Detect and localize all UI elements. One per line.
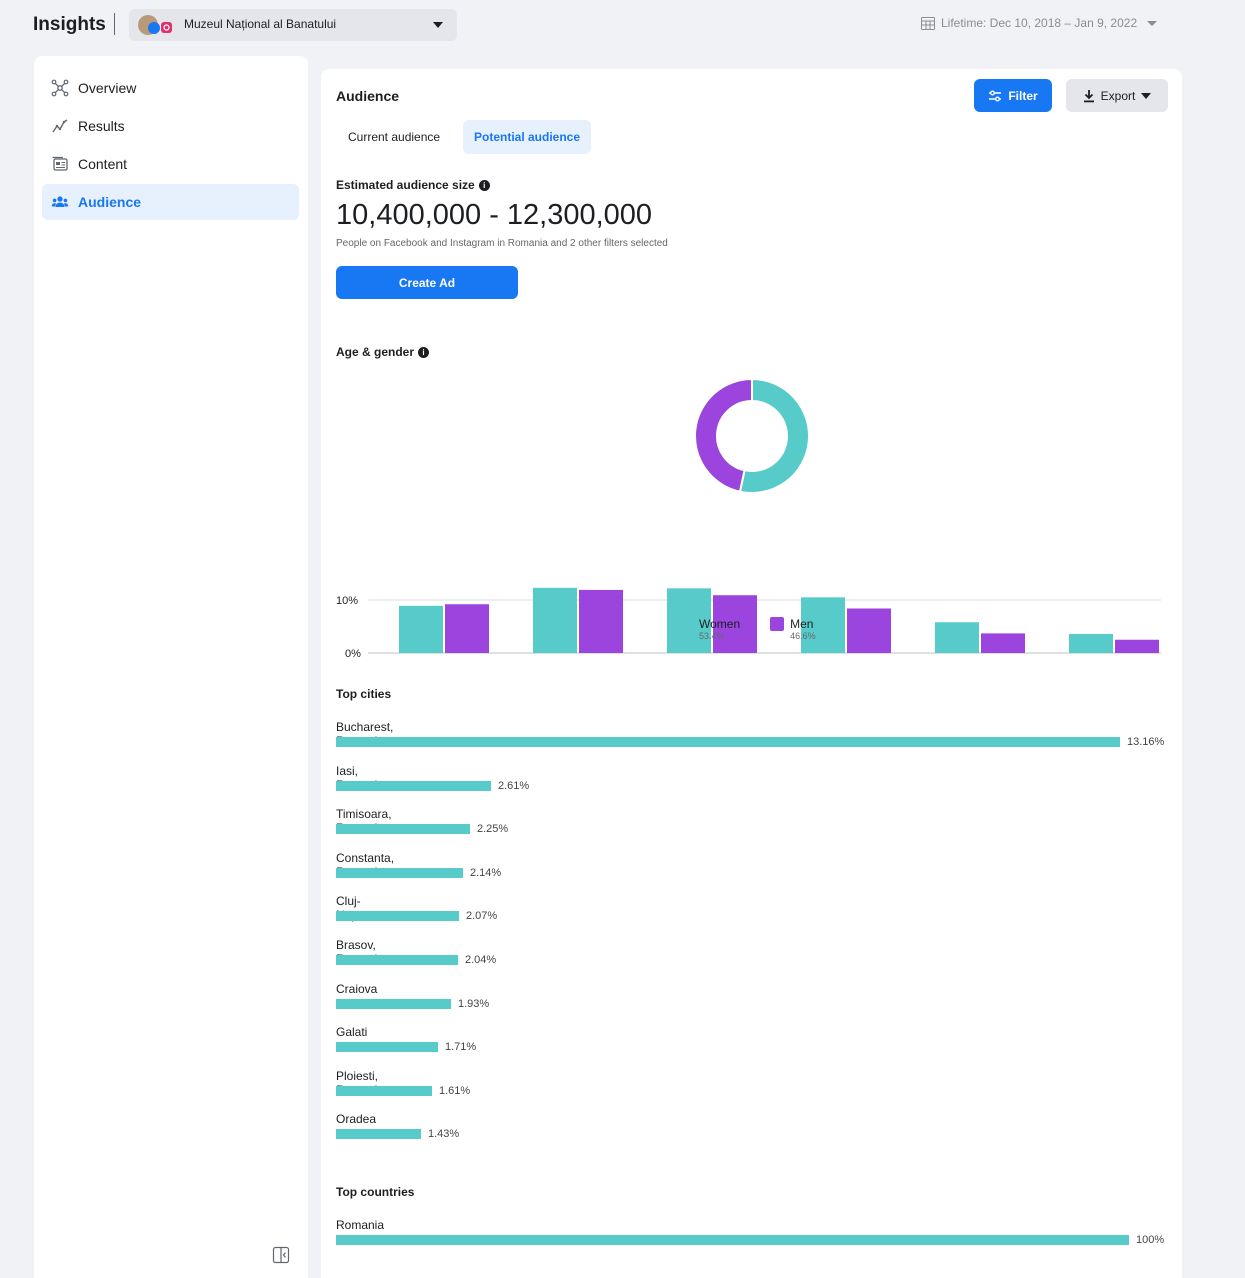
legend-swatch-women: [679, 617, 693, 631]
top-cities-heading: Top cities: [336, 687, 392, 701]
legend-women: Women 53.4%: [679, 617, 740, 641]
bar-row-value: 1.71%: [445, 1041, 477, 1054]
top-countries-heading: Top countries: [336, 1185, 415, 1199]
top-bar: Insights Muzeul Național al Banatului Li…: [0, 0, 1245, 50]
bar-men-25-34: [579, 589, 623, 653]
bar-row-fill: [336, 1129, 421, 1140]
bar-row-value: 2.14%: [470, 866, 502, 879]
filter-button[interactable]: Filter: [974, 79, 1052, 112]
sidebar-item-label: Content: [78, 156, 128, 172]
tab-potential-audience[interactable]: Potential audience: [463, 120, 592, 154]
date-range-picker[interactable]: Lifetime: Dec 10, 2018 – Jan 9, 2022: [921, 16, 1158, 30]
legend-men: Men 46.6%: [770, 617, 816, 641]
bar-row-value: 13.16%: [1127, 736, 1165, 748]
audience-icon: [50, 192, 70, 212]
header-divider: [114, 13, 115, 35]
age-gender-chart: 10%0%18-2425-3435-4445-5455-6465+: [336, 377, 1161, 659]
export-label: Export: [1100, 88, 1136, 103]
filter-label: Filter: [1008, 88, 1038, 103]
bar-row-fill: [336, 1085, 432, 1096]
gender-legend: Women 53.4% Men 46.6%: [679, 617, 816, 641]
chevron-down-icon: [1147, 20, 1158, 26]
sidebar-item-label: Audience: [78, 194, 142, 210]
legend-label: Men: [790, 617, 814, 631]
bar-men-18-24: [445, 604, 489, 653]
download-icon: [1083, 89, 1094, 102]
bar-row-value: 2.04%: [465, 954, 497, 966]
date-range-label: Lifetime: Dec 10, 2018 – Jan 9, 2022: [941, 16, 1138, 30]
bar-women-18-24: [399, 605, 443, 653]
collapse-sidebar-icon[interactable]: [272, 1246, 290, 1264]
panel-title: Audience: [336, 88, 400, 104]
bar-women-65+: [1069, 633, 1113, 653]
age-gender-heading: Age & gender i: [336, 345, 430, 359]
bar-row-fill: [336, 867, 463, 878]
bar-row-value: 100%: [1136, 1234, 1165, 1246]
bar-row-value: 2.61%: [498, 779, 530, 792]
create-ad-button[interactable]: Create Ad: [336, 266, 518, 299]
page-avatar-icon: [138, 15, 172, 35]
results-icon: [50, 116, 70, 136]
sidebar-item-overview[interactable]: Overview: [42, 70, 299, 106]
overview-icon: [50, 78, 70, 98]
bar-women-55-64: [935, 622, 979, 653]
estimated-size-label: Estimated audience size: [336, 178, 475, 192]
bar-row-fill: [336, 955, 458, 965]
bar-men-65+: [1115, 639, 1159, 653]
sidebar-item-content[interactable]: Content: [42, 146, 299, 182]
donut-slice-men: [694, 377, 753, 493]
legend-swatch-men: [770, 617, 785, 631]
bar-row-value: 2.07%: [466, 910, 498, 923]
bar-men-55-64: [981, 633, 1025, 653]
sidebar: Overview Results Content Audience: [34, 56, 308, 1278]
sidebar-item-audience[interactable]: Audience: [42, 184, 299, 220]
legend-percent: 53.4%: [699, 631, 725, 641]
bar-row-value: 2.25%: [477, 823, 509, 836]
audience-panel: Audience Filter Export Current audience …: [321, 69, 1182, 1278]
bar-row-fill: [336, 737, 1120, 747]
chevron-down-icon: [1141, 92, 1152, 99]
bar-row-value: 1.43%: [428, 1128, 460, 1141]
y-tick-label: 10%: [336, 595, 358, 607]
info-icon[interactable]: i: [478, 179, 490, 191]
calendar-icon: [921, 16, 935, 30]
brand-title: Insights: [33, 14, 106, 35]
tab-current-audience[interactable]: Current audience: [337, 120, 451, 154]
info-icon[interactable]: i: [418, 346, 430, 358]
age-gender-label: Age & gender: [336, 345, 415, 359]
bar-row-fill: [336, 911, 459, 922]
bar-row-fill: [336, 1235, 1129, 1245]
estimated-audience-size: 10,400,000 - 12,300,000: [336, 199, 653, 231]
bar-row-label: Romania: [336, 1218, 385, 1232]
bar-row-value: 1.93%: [458, 997, 490, 1010]
audience-filter-note: People on Facebook and Instagram in Roma…: [336, 238, 668, 249]
bar-row-value: 1.61%: [439, 1084, 471, 1097]
sidebar-item-results[interactable]: Results: [42, 108, 299, 144]
page-name: Muzeul Național al Banatului: [184, 17, 337, 31]
chevron-down-icon: [433, 22, 443, 28]
bar-women-25-34: [533, 587, 577, 653]
y-tick-label: 0%: [345, 648, 361, 659]
sidebar-item-label: Results: [78, 118, 125, 134]
export-button[interactable]: Export: [1066, 79, 1168, 112]
bar-row-fill: [336, 824, 470, 835]
legend-percent: 46.6%: [790, 631, 816, 641]
estimated-size-heading: Estimated audience size i: [336, 178, 490, 192]
page-selector[interactable]: Muzeul Național al Banatului: [129, 9, 457, 41]
bar-row-label: Galati: [336, 1025, 368, 1040]
bar-row-fill: [336, 780, 491, 791]
bar-row-label: Craiova: [336, 981, 378, 996]
filter-icon: [989, 90, 1002, 101]
sidebar-item-label: Overview: [78, 80, 137, 96]
bar-men-45-54: [847, 608, 891, 653]
legend-label: Women: [699, 617, 741, 631]
bar-row-fill: [336, 998, 451, 1009]
bar-row-fill: [336, 1042, 438, 1053]
content-icon: [50, 154, 70, 174]
bar-row-label: Oradea: [336, 1112, 377, 1127]
